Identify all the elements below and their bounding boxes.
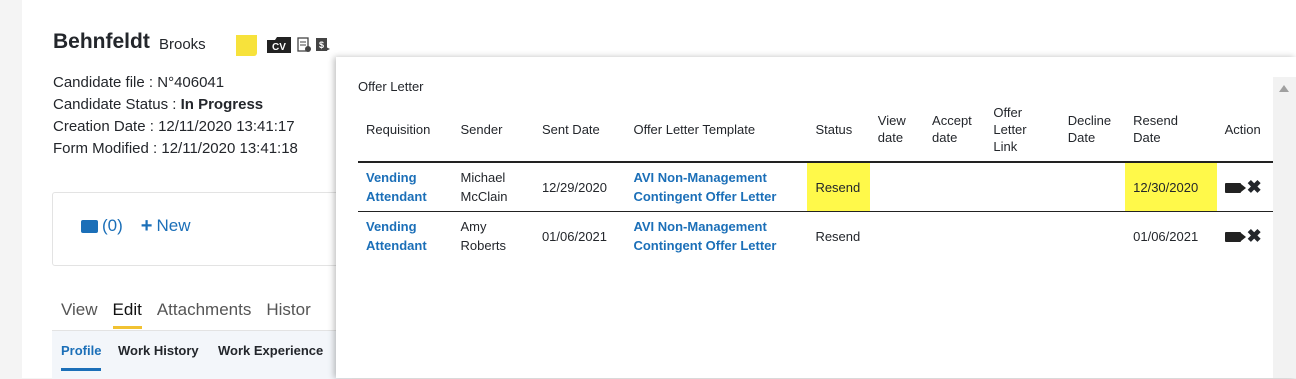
col-view-date: View date bbox=[877, 113, 906, 145]
candidate-first-name: Brooks bbox=[159, 36, 206, 53]
document-settings-icon[interactable] bbox=[297, 37, 311, 53]
creation-date-value: 12/11/2020 13:41:17 bbox=[158, 118, 295, 135]
col-requisition: Requisition bbox=[366, 121, 431, 137]
cell-view-date bbox=[870, 212, 924, 261]
messages-row: (0) + New bbox=[81, 216, 190, 236]
cv-icon-text: CV bbox=[272, 42, 286, 53]
form-modified-value: 12/11/2020 13:41:18 bbox=[161, 140, 298, 157]
envelope-icon[interactable] bbox=[81, 219, 98, 233]
creation-date-line: Creation Date : 12/11/2020 13:41:17 bbox=[53, 118, 295, 135]
cell-status: Resend bbox=[815, 228, 861, 244]
cell-accept-date bbox=[924, 212, 985, 261]
popup-scrollbar[interactable] bbox=[1273, 77, 1296, 378]
messages-box: (0) + New bbox=[52, 192, 354, 266]
tab-attachments[interactable]: Attachments bbox=[157, 300, 252, 329]
edit-subtabs: Profile Work History Work Experience bbox=[52, 330, 352, 379]
col-action: Action bbox=[1224, 121, 1261, 137]
candidate-status-value: In Progress bbox=[180, 96, 264, 113]
cell-sent-date: 01/06/2021 bbox=[541, 228, 608, 244]
cell-sent-date: 12/29/2020 bbox=[533, 161, 626, 212]
col-status: Status bbox=[815, 121, 853, 137]
cell-action: ✖ bbox=[1216, 161, 1273, 212]
candidate-icons: CV $ bbox=[236, 34, 331, 56]
plus-icon[interactable]: + bbox=[141, 216, 153, 236]
cell-offer-letter-link bbox=[985, 212, 1059, 261]
col-offer-letter-link: Offer Letter Link bbox=[993, 104, 1027, 154]
close-icon[interactable]: ✖ bbox=[1247, 177, 1262, 197]
cell-requisition[interactable]: Vending Attendant bbox=[358, 212, 453, 261]
col-sent-date: Sent Date bbox=[541, 121, 600, 137]
subtab-profile[interactable]: Profile bbox=[61, 343, 102, 371]
cell-template[interactable]: AVI Non-Management Contingent Offer Lette… bbox=[625, 161, 808, 212]
candidate-last-name: Behnfeldt bbox=[53, 30, 150, 53]
subtab-work-experience[interactable]: Work Experience bbox=[218, 343, 323, 358]
col-accept-date: Accept date bbox=[932, 113, 972, 145]
cell-action: ✖ bbox=[1217, 212, 1273, 261]
scroll-up-icon[interactable] bbox=[1279, 85, 1289, 92]
cell-accept-date bbox=[924, 161, 986, 212]
tab-edit[interactable]: Edit bbox=[112, 300, 142, 329]
popup-title: Offer Letter bbox=[358, 79, 424, 94]
resend-icon[interactable] bbox=[1224, 182, 1246, 193]
cell-requisition[interactable]: Vending Attendant bbox=[358, 161, 453, 212]
resend-icon[interactable] bbox=[1224, 231, 1246, 242]
offer-letter-table: Requisition Sender Sent Date Offer Lette… bbox=[358, 97, 1273, 260]
cv-icon[interactable]: CV bbox=[267, 37, 291, 53]
cell-resend-date: 01/06/2021 bbox=[1133, 228, 1199, 244]
col-template: Offer Letter Template bbox=[633, 121, 756, 137]
table-header-row: Requisition Sender Sent Date Offer Lette… bbox=[358, 97, 1273, 162]
col-decline-date: Decline Date bbox=[1067, 113, 1112, 145]
form-modified-line: Form Modified : 12/11/2020 13:41:18 bbox=[53, 140, 298, 157]
cell-decline-date bbox=[1060, 212, 1125, 261]
tab-history[interactable]: Histor bbox=[266, 300, 310, 329]
cell-offer-letter-link bbox=[985, 161, 1060, 212]
candidate-info: Candidate file : N°406041 Candidate Stat… bbox=[53, 72, 298, 160]
svg-text:$: $ bbox=[319, 40, 324, 50]
note-icon[interactable] bbox=[236, 34, 257, 56]
cell-decline-date bbox=[1059, 161, 1126, 212]
candidate-file-line: Candidate file : N°406041 bbox=[53, 74, 225, 91]
payment-icon[interactable]: $ bbox=[315, 37, 331, 53]
cell-sender: Amy Roberts bbox=[460, 219, 507, 253]
cell-view-date bbox=[869, 161, 925, 212]
col-sender: Sender bbox=[460, 121, 503, 137]
offer-letter-popup: Offer Letter Requisition Sender Sent Dat… bbox=[336, 57, 1296, 378]
tab-view[interactable]: View bbox=[61, 300, 98, 329]
cell-status: Resend bbox=[807, 161, 870, 212]
close-icon[interactable]: ✖ bbox=[1247, 226, 1262, 246]
candidate-tabs: View Edit Attachments Histor bbox=[61, 300, 326, 329]
new-message-link[interactable]: New bbox=[156, 216, 190, 236]
col-resend-date: Resend Date bbox=[1133, 113, 1178, 145]
cell-template[interactable]: AVI Non-Management Contingent Offer Lette… bbox=[625, 212, 807, 261]
candidate-file-value: N°406041 bbox=[157, 74, 225, 91]
table-row: Vending Attendant Michael McClain 12/29/20… bbox=[358, 161, 1273, 212]
table-row: Vending Attendant Amy Roberts 01/06/2021 A… bbox=[358, 212, 1273, 261]
cell-resend-date: 12/30/2020 bbox=[1125, 161, 1217, 212]
cell-sender: Michael McClain bbox=[452, 161, 534, 212]
candidate-status-line: Candidate Status : In Progress bbox=[53, 96, 264, 113]
message-count[interactable]: (0) bbox=[102, 216, 123, 236]
subtab-work-history[interactable]: Work History bbox=[118, 343, 199, 358]
